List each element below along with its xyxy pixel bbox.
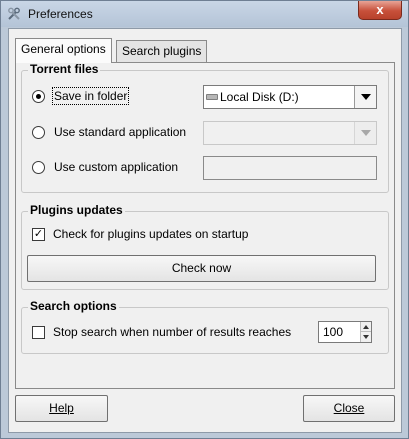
tab-general-options[interactable]: General options <box>15 38 112 63</box>
save-in-folder-radio[interactable] <box>32 90 45 103</box>
use-custom-app-radio[interactable] <box>32 161 45 174</box>
spin-down-button[interactable] <box>360 332 371 342</box>
window-close-button[interactable]: x <box>358 1 402 20</box>
check-updates-checkbox[interactable]: ✓ <box>32 228 45 241</box>
dropdown-button[interactable] <box>354 86 376 108</box>
button-label: Check now <box>171 261 232 275</box>
window-title: Preferences <box>28 7 93 21</box>
button-label: Help <box>49 401 74 415</box>
save-folder-dropdown[interactable]: Local Disk (D:) <box>203 85 377 109</box>
spin-up-button[interactable] <box>360 322 371 332</box>
preferences-window: Preferences x General options Search plu… <box>0 0 409 439</box>
drive-icon <box>206 94 218 100</box>
save-in-folder-label[interactable]: Save in folder <box>51 87 130 105</box>
group-title: Plugins updates <box>28 203 125 217</box>
custom-app-field[interactable] <box>203 156 377 180</box>
use-custom-app-label[interactable]: Use custom application <box>54 160 178 174</box>
search-options-group: Search options Stop search when number o… <box>21 299 389 354</box>
chevron-down-icon <box>361 130 371 136</box>
tab-label: General options <box>21 42 106 56</box>
dialog-body: General options Search plugins Torrent f… <box>8 28 402 433</box>
button-label: Close <box>333 401 365 415</box>
dropdown-value: Local Disk (D:) <box>220 90 299 104</box>
close-icon: x <box>376 2 384 17</box>
checkmark-icon: ✓ <box>33 228 44 240</box>
tab-label: Search plugins <box>122 44 202 58</box>
stop-search-checkbox[interactable] <box>32 326 45 339</box>
general-options-pane: Torrent files Save in folder Local Disk … <box>15 62 395 389</box>
check-now-button[interactable]: Check now <box>27 255 376 282</box>
tab-search-plugins[interactable]: Search plugins <box>116 40 208 62</box>
title-bar[interactable]: Preferences x <box>1 1 408 27</box>
help-button[interactable]: Help <box>15 395 108 422</box>
close-button[interactable]: Close <box>303 395 395 422</box>
chevron-down-icon <box>361 94 371 100</box>
standard-app-dropdown[interactable] <box>203 121 377 145</box>
stop-search-label[interactable]: Stop search when number of results reach… <box>53 325 291 339</box>
group-title: Search options <box>28 299 119 313</box>
check-updates-label[interactable]: Check for plugins updates on startup <box>53 227 248 241</box>
group-title: Torrent files <box>28 62 101 76</box>
plugins-updates-group: Plugins updates ✓ Check for plugins upda… <box>21 203 389 290</box>
use-standard-app-radio[interactable] <box>32 126 45 139</box>
spinbox-value: 100 <box>323 325 344 339</box>
torrent-files-group: Torrent files Save in folder Local Disk … <box>21 62 389 193</box>
dropdown-button[interactable] <box>354 122 376 144</box>
results-limit-spinbox[interactable]: 100 <box>318 321 372 343</box>
tools-icon <box>8 7 20 20</box>
use-standard-app-label[interactable]: Use standard application <box>54 125 186 139</box>
